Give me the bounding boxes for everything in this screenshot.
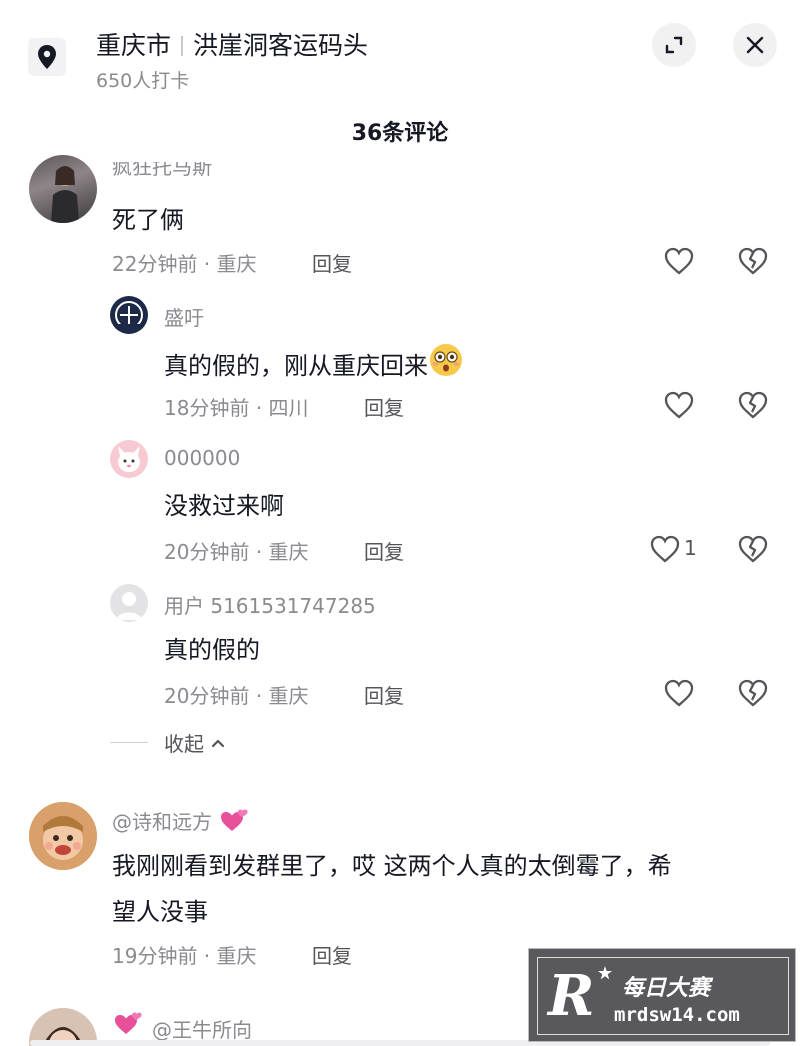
avatar[interactable] [29,155,97,223]
like-icon[interactable] [662,388,696,422]
reply-button[interactable]: 回复 [364,536,404,565]
reply-item: 000000 没救过来啊 20分钟前 · 重庆 回复 1 [0,438,800,568]
comment-text-line-2: 望人没事 [112,898,208,926]
two-hearts-emoji-icon [115,1012,142,1034]
reply-item: 用户 5161531747285 真的假的 20分钟前 · 重庆 回复 [0,582,800,712]
expand-button[interactable] [652,23,696,67]
watermark: R 每日大赛 mrdsw14.com [528,948,796,1042]
location-header: 重庆市 洪崖洞客运码头 650人打卡 [0,0,800,100]
dislike-icon[interactable] [736,388,770,422]
comment-text: 真的假的 [164,636,260,664]
comment-item: 疯狂托马斯 死了俩 22分钟前 · 重庆 回复 [0,150,800,280]
two-hearts-emoji-icon [221,809,248,831]
like-icon[interactable] [662,676,696,710]
comment-meta: 20分钟前 · 重庆 [164,540,309,564]
avatar[interactable] [29,802,97,870]
dislike-icon[interactable] [736,532,770,566]
watermark-logo: R [548,963,595,1029]
comment-username[interactable]: @诗和远方 [112,806,248,835]
dislike-icon[interactable] [736,676,770,710]
default-avatar[interactable] [110,584,148,622]
watermark-url: mrdsw14.com [614,1004,740,1026]
chevron-up-icon [211,739,225,747]
expand-icon [665,36,683,54]
city-name: 重庆市 [96,31,172,60]
comment-username[interactable]: 用户 5161531747285 [164,590,376,619]
comment-username[interactable]: 000000 [164,446,240,470]
close-icon [746,36,764,54]
reply-button[interactable]: 回复 [312,940,352,969]
comment-username[interactable]: 盛吁 [164,302,204,331]
location-pin-icon [28,38,66,76]
comment-meta: 19分钟前 · 重庆 [112,944,257,968]
watermark-frame: R 每日大赛 mrdsw14.com [537,957,789,1035]
reply-button[interactable]: 回复 [364,680,404,709]
reply-item: 盛吁 真的假的，刚从重庆回来 18分钟前 · 四川 回复 [0,294,800,424]
collapse-divider [110,742,148,743]
avatar[interactable] [110,440,148,478]
comment-text-line-1: 我刚刚看到发群里了，哎 这两个人真的太倒霉了，希 [112,852,672,880]
place-name: 洪崖洞客运码头 [193,31,369,60]
star-icon [598,966,612,980]
comment-count-title: 36条评论 [351,121,449,146]
collapse-label: 收起 [164,732,204,756]
comment-meta: 20分钟前 · 重庆 [164,684,309,708]
reply-button[interactable]: 回复 [312,248,352,277]
comment-text: 真的假的，刚从重庆回来 [164,342,464,381]
reply-button[interactable]: 回复 [364,392,404,421]
watermark-name: 每日大赛 [622,976,711,1001]
like-count: 1 [684,536,697,560]
collapse-replies-button[interactable]: 收起 [110,728,228,757]
comment-meta: 22分钟前 · 重庆 [112,252,257,276]
like-icon[interactable] [662,244,696,278]
comment-meta: 18分钟前 · 四川 [164,396,309,420]
dislike-icon[interactable] [736,244,770,278]
comment-text: 死了俩 [112,206,184,234]
comment-text: 没救过来啊 [164,492,284,520]
title-divider [181,36,184,56]
like-icon[interactable] [648,532,682,566]
flushed-face-emoji-icon [430,344,462,376]
comment-username[interactable]: 疯狂托马斯 [112,162,212,182]
location-title[interactable]: 重庆市 洪崖洞客运码头 [96,26,368,62]
checkin-count: 650人打卡 [96,70,190,92]
close-button[interactable] [733,23,777,67]
avatar[interactable] [110,296,148,334]
